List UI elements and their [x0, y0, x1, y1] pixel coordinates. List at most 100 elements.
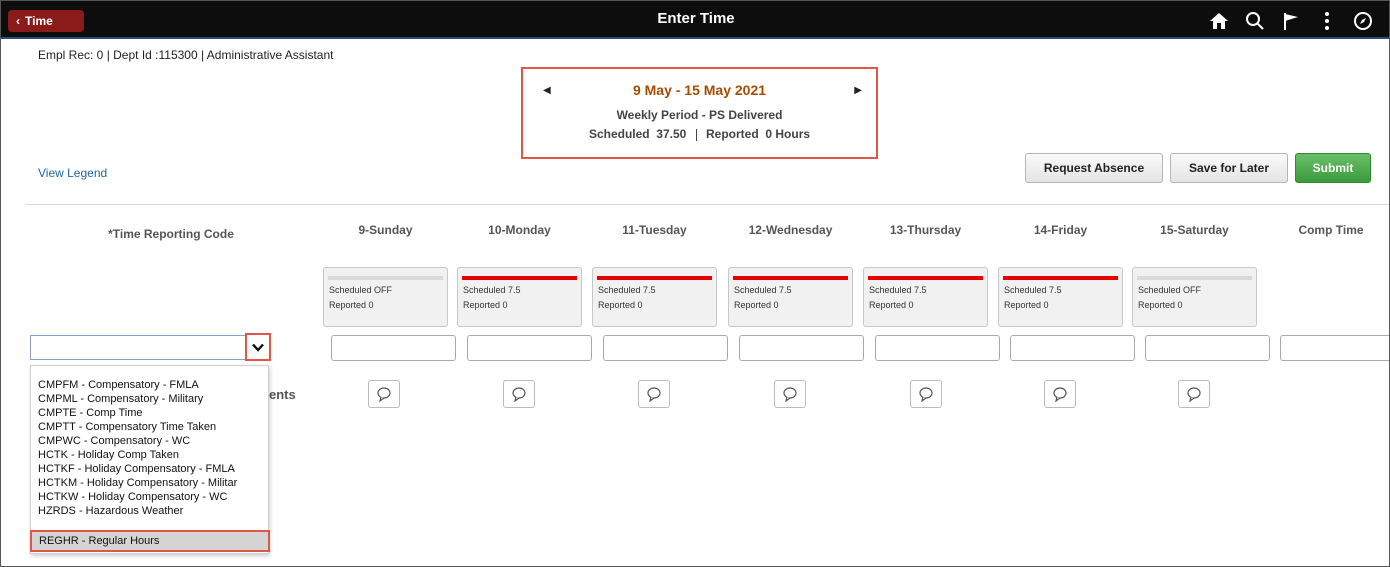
day-header-wednesday: 12-Wednesday: [748, 223, 833, 237]
trc-selected-label: REGHR - Regular Hours: [39, 535, 160, 547]
scheduled-hours: Scheduled OFF: [329, 285, 393, 295]
comment-icon: [1187, 387, 1201, 402]
hours-input-comp-time[interactable]: [1280, 335, 1389, 361]
day-schedule-friday: Scheduled 7.5 Reported 0: [998, 267, 1123, 327]
hours-input-saturday[interactable]: [1145, 335, 1270, 361]
comment-button-monday[interactable]: [503, 380, 535, 408]
hours-input-sunday[interactable]: [331, 335, 456, 361]
scheduled-hours: Scheduled 7.5: [734, 285, 792, 295]
home-icon[interactable]: [1201, 8, 1237, 34]
day-header-monday: 10-Monday: [488, 223, 551, 237]
trc-dropdown-toggle[interactable]: [245, 333, 271, 361]
period-type: Weekly Period - PS Delivered: [616, 108, 783, 122]
flag-icon[interactable]: [1273, 8, 1309, 34]
comp-time-header: Comp Time: [1298, 223, 1364, 237]
period-hours-summary: Scheduled 37.50 Reported 0 Hours: [523, 127, 876, 141]
comment-icon: [783, 387, 797, 402]
period-summary-box: ◀ 9 May - 15 May 2021 ▶ Weekly Period - …: [521, 67, 878, 159]
reported-value: 0 Hours: [765, 127, 811, 141]
reported-hours: Reported 0: [734, 300, 779, 310]
day-header-sunday: 9-Sunday: [358, 223, 413, 237]
comment-icon: [512, 387, 526, 402]
employee-record-info: Empl Rec: 0 | Dept Id :115300 | Administ…: [38, 48, 334, 62]
page-title: Enter Time: [657, 10, 735, 27]
day-schedule-monday: Scheduled 7.5 Reported 0: [457, 267, 582, 327]
scheduled-hours: Scheduled 7.5: [463, 285, 521, 295]
trc-option[interactable]: HCTKW - Holiday Compensatory - WC: [38, 491, 227, 503]
reported-label: Reported: [706, 127, 759, 141]
scheduled-hours: Scheduled OFF: [1138, 285, 1202, 295]
schedule-bar: [462, 276, 577, 280]
comment-button-friday[interactable]: [1044, 380, 1076, 408]
schedule-bar: [328, 276, 443, 280]
reported-hours: Reported 0: [869, 300, 914, 310]
reported-hours: Reported 0: [329, 300, 374, 310]
schedule-bar: [1003, 276, 1118, 280]
hours-input-tuesday[interactable]: [603, 335, 728, 361]
reported-hours: Reported 0: [1138, 300, 1183, 310]
day-schedule-tuesday: Scheduled 7.5 Reported 0: [592, 267, 717, 327]
scheduled-hours: Scheduled 7.5: [869, 285, 927, 295]
hours-input-monday[interactable]: [467, 335, 592, 361]
hours-input-friday[interactable]: [1010, 335, 1135, 361]
schedule-bar: [597, 276, 712, 280]
comment-button-saturday[interactable]: [1178, 380, 1210, 408]
hours-input-wednesday[interactable]: [739, 335, 864, 361]
chevron-down-icon: [252, 343, 264, 352]
day-schedule-thursday: Scheduled 7.5 Reported 0: [863, 267, 988, 327]
scheduled-hours: Scheduled 7.5: [598, 285, 656, 295]
summary-divider: [695, 128, 697, 141]
comments-label: ents: [269, 387, 296, 402]
trc-option[interactable]: HZRDS - Hazardous Weather: [38, 505, 183, 517]
trc-option[interactable]: HCTKF - Holiday Compensatory - FMLA: [38, 463, 235, 475]
view-legend-link[interactable]: View Legend: [38, 166, 107, 180]
trc-option-selected[interactable]: REGHR - Regular Hours: [30, 530, 270, 552]
hours-input-thursday[interactable]: [875, 335, 1000, 361]
enter-time-page: ‹ Time Enter Time Empl Rec: 0 | Dept Id …: [0, 0, 1390, 567]
search-icon[interactable]: [1237, 8, 1273, 34]
reported-hours: Reported 0: [463, 300, 508, 310]
schedule-bar: [1137, 276, 1252, 280]
save-for-later-button[interactable]: Save for Later: [1170, 153, 1288, 183]
comment-icon: [377, 387, 391, 402]
scheduled-value: 37.50: [656, 127, 687, 141]
comment-button-tuesday[interactable]: [638, 380, 670, 408]
schedule-bar: [868, 276, 983, 280]
comment-button-sunday[interactable]: [368, 380, 400, 408]
day-header-friday: 14-Friday: [1033, 223, 1088, 237]
section-divider: [26, 204, 1389, 205]
scheduled-hours: Scheduled 7.5: [1004, 285, 1062, 295]
day-schedule-wednesday: Scheduled 7.5 Reported 0: [728, 267, 853, 327]
top-header-bar: ‹ Time Enter Time: [1, 1, 1389, 39]
next-period-icon[interactable]: ▶: [854, 85, 862, 96]
trc-option[interactable]: HCTKM - Holiday Compensatory - Militar: [38, 477, 237, 489]
period-dates: 9 May - 15 May 2021: [632, 82, 767, 98]
day-schedule-sunday: Scheduled OFF Reported 0: [323, 267, 448, 327]
comment-icon: [1053, 387, 1067, 402]
request-absence-button[interactable]: Request Absence: [1025, 153, 1163, 183]
day-header-thursday: 13-Thursday: [889, 223, 962, 237]
comment-icon: [919, 387, 933, 402]
day-schedule-saturday: Scheduled OFF Reported 0: [1132, 267, 1257, 327]
header-actions: [1201, 8, 1381, 34]
trc-option[interactable]: CMPFM - Compensatory - FMLA: [38, 379, 199, 391]
comment-button-wednesday[interactable]: [774, 380, 806, 408]
trc-option[interactable]: CMPTE - Comp Time: [38, 407, 143, 419]
trc-column-header: *Time Reporting Code: [108, 227, 234, 241]
schedule-bar: [733, 276, 848, 280]
day-header-saturday: 15-Saturday: [1160, 223, 1229, 237]
reported-hours: Reported 0: [598, 300, 643, 310]
more-options-icon[interactable]: [1309, 8, 1345, 34]
trc-option[interactable]: CMPWC - Compensatory - WC: [38, 435, 190, 447]
submit-button[interactable]: Submit: [1295, 153, 1371, 183]
trc-select[interactable]: [30, 335, 271, 360]
scheduled-label: Scheduled: [588, 127, 650, 141]
day-header-tuesday: 11-Tuesday: [622, 223, 687, 237]
navbar-compass-icon[interactable]: [1345, 8, 1381, 34]
trc-option[interactable]: CMPML - Compensatory - Military: [38, 393, 203, 405]
trc-option[interactable]: HCTK - Holiday Comp Taken: [38, 449, 179, 461]
trc-dropdown-list: CMPFM - Compensatory - FMLA CMPML - Comp…: [30, 365, 270, 554]
trc-option[interactable]: CMPTT - Compensatory Time Taken: [38, 421, 216, 433]
reported-hours: Reported 0: [1004, 300, 1049, 310]
comment-button-thursday[interactable]: [910, 380, 942, 408]
